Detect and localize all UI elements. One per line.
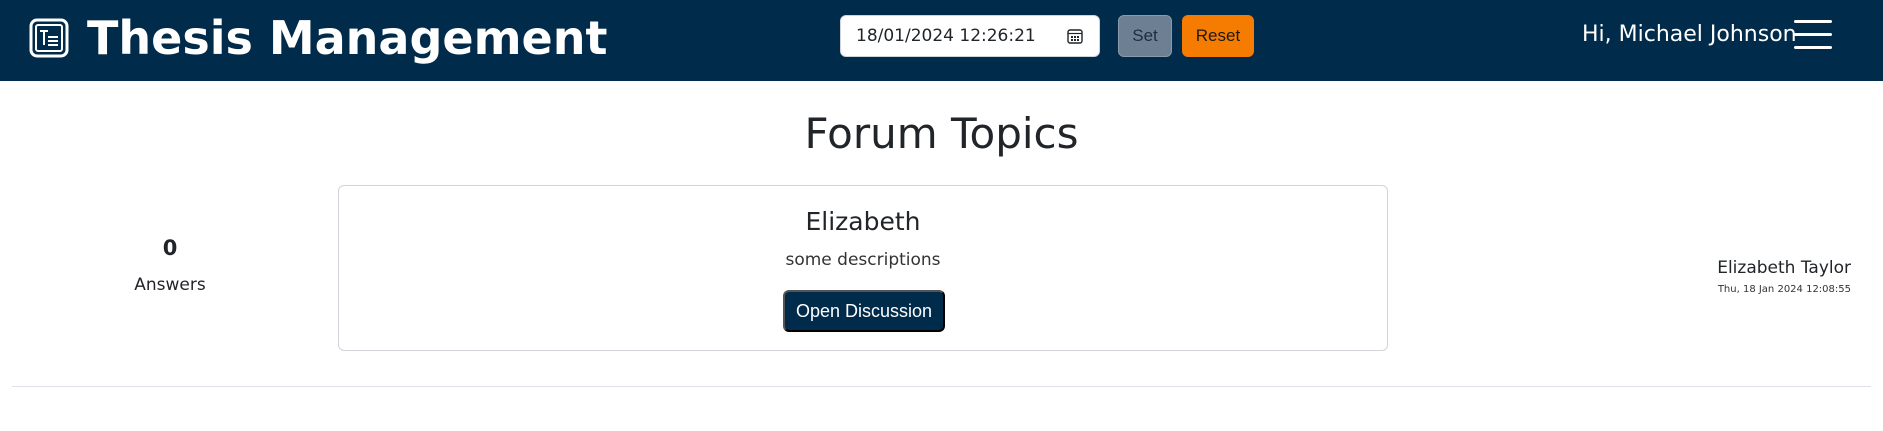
topic-title: Elizabeth xyxy=(805,207,921,236)
page-title: Forum Topics xyxy=(804,109,1079,158)
top-navbar: Thesis Management 18/01/2024 12:26:21 Se… xyxy=(0,0,1883,81)
divider xyxy=(12,386,1871,387)
datetime-input[interactable]: 18/01/2024 12:26:21 xyxy=(840,15,1100,57)
brand[interactable]: Thesis Management xyxy=(29,12,607,64)
reset-button[interactable]: Reset xyxy=(1182,15,1254,57)
topic-description: some descriptions xyxy=(785,250,941,270)
calendar-icon[interactable] xyxy=(1067,28,1083,44)
answers-count: 0 xyxy=(162,236,178,260)
user-greeting: Hi, Michael Johnson xyxy=(1582,22,1797,47)
answers-label: Answers xyxy=(134,275,206,295)
topic-author: Elizabeth Taylor xyxy=(1717,258,1851,278)
topic-timestamp: Thu, 18 Jan 2024 12:08:55 xyxy=(1717,284,1851,295)
hamburger-menu-icon[interactable] xyxy=(1794,20,1832,50)
datetime-value: 18/01/2024 12:26:21 xyxy=(856,26,1036,46)
text-document-icon xyxy=(29,18,69,58)
set-button[interactable]: Set xyxy=(1118,15,1172,57)
topic-card: Elizabeth some descriptions Open Discuss… xyxy=(338,185,1388,351)
app-title: Thesis Management xyxy=(87,11,608,65)
open-discussion-button[interactable]: Open Discussion xyxy=(783,290,945,332)
